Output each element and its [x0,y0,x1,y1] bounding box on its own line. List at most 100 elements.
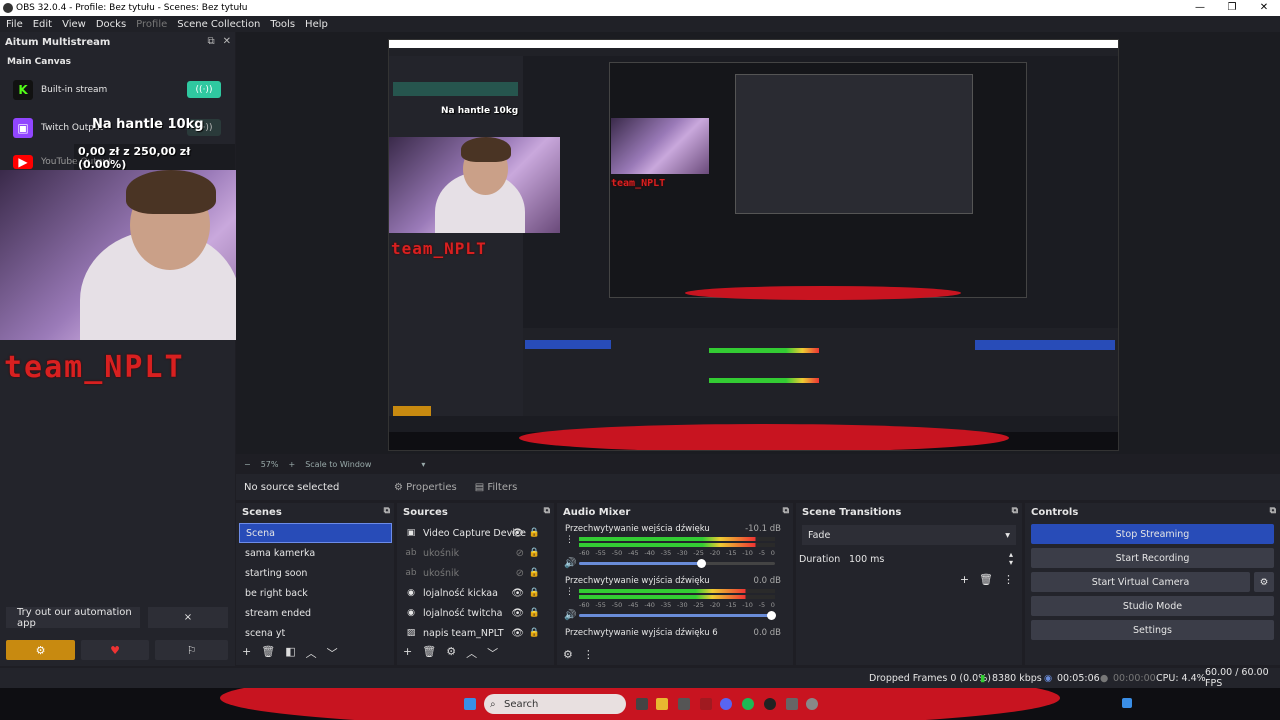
volume-slider-knob[interactable] [696,559,706,568]
source-item[interactable]: ab ukośnik ⊘ 🔒 [397,543,554,563]
automation-link[interactable]: Try out our automation app [6,607,140,629]
float-dock-icon[interactable]: ⧉ [384,506,390,516]
lock-icon[interactable]: 🔒 [529,628,540,638]
app-icon[interactable] [764,698,776,710]
channel-menu-icon[interactable]: ⋮ [565,535,574,545]
remove-transition-icon[interactable]: 🗑 [979,573,993,586]
file-explorer-icon[interactable] [656,698,668,710]
speaker-icon[interactable]: 🔊 [564,558,576,569]
zoom-out-button[interactable]: − [244,460,251,469]
float-dock-icon[interactable]: ⧉ [207,36,214,47]
move-down-icon[interactable]: ﹀ [487,645,498,661]
scene-item[interactable]: be right back [239,583,392,603]
visibility-icon[interactable]: 👁 [511,608,524,619]
task-view-icon[interactable] [636,698,648,710]
float-dock-icon[interactable]: ⧉ [1012,506,1018,516]
close-banner-button[interactable]: × [148,607,228,628]
scene-item[interactable]: Scena [239,523,392,543]
add-source-icon[interactable]: + [403,645,412,661]
menu-scene-collection[interactable]: Scene Collection [177,19,260,30]
scene-item[interactable]: sama kamerka [239,543,392,563]
obs-taskbar-icon[interactable] [786,698,798,710]
move-up-icon[interactable]: ︿ [466,645,477,661]
tray-icon[interactable] [1122,698,1132,708]
spin-arrows-icon[interactable]: ▴ ▾ [1009,551,1013,567]
speaker-icon[interactable]: 🔊 [564,610,576,621]
menu-help[interactable]: Help [305,19,328,30]
stop-streaming-button[interactable]: Stop Streaming [1031,524,1274,544]
help-button[interactable]: ⚐ [155,640,228,660]
app-icon[interactable] [806,698,818,710]
discord-icon[interactable] [720,698,732,710]
visibility-icon[interactable]: 👁 [511,588,524,599]
add-transition-icon[interactable]: + [960,573,969,586]
zoom-in-button[interactable]: + [288,460,295,469]
channel-menu-icon[interactable]: ⋮ [565,587,574,597]
settings-gear-button[interactable]: ⚙ [6,640,75,660]
settings-button[interactable]: Settings [1031,620,1274,640]
close-dock-icon[interactable]: ✕ [223,36,231,47]
source-item[interactable]: ◉ lojalność twitcha 👁 🔒 [397,603,554,623]
start-recording-button[interactable]: Start Recording [1031,548,1274,568]
virtual-camera-settings-icon[interactable]: ⚙ [1254,572,1274,592]
zoom-dropdown-icon[interactable]: ▾ [421,460,425,469]
spotify-icon[interactable] [742,698,754,710]
visibility-icon[interactable]: 👁 [511,528,524,539]
lock-icon[interactable]: 🔒 [529,548,540,558]
source-properties-icon[interactable]: ⚙ [446,645,456,661]
move-up-icon[interactable]: ︿ [306,645,317,661]
lock-icon[interactable]: 🔒 [529,568,540,578]
transition-select[interactable]: Fade ▾ [802,525,1016,545]
maximize-icon[interactable]: ❐ [1216,0,1248,16]
menu-view[interactable]: View [62,19,86,30]
properties-button[interactable]: ⚙ Properties [388,479,463,496]
scale-mode[interactable]: Scale to Window [305,460,371,469]
scene-filters-icon[interactable]: ◧ [285,645,295,661]
float-dock-icon[interactable]: ⧉ [1270,506,1276,516]
source-item[interactable]: ▨ napis team_NPLT 👁 🔒 [397,623,554,643]
lock-icon[interactable]: 🔒 [529,608,540,618]
browser-icon: ◉ [407,608,415,618]
filters-button[interactable]: ▤ Filters [469,479,524,496]
mixer-menu-icon[interactable]: ⋮ [583,648,594,661]
lock-icon[interactable]: 🔒 [529,528,540,538]
menu-tools[interactable]: Tools [270,19,295,30]
scene-item[interactable]: stream ended [239,603,392,623]
text-icon: ab [405,548,417,558]
float-dock-icon[interactable]: ⧉ [544,506,550,516]
minimize-icon[interactable]: — [1184,0,1216,16]
app-icon[interactable] [678,698,690,710]
duration-field[interactable]: 100 ms ▴ ▾ [843,549,1019,569]
source-item[interactable]: ab ukośnik ⊘ 🔒 [397,563,554,583]
remove-source-icon[interactable]: 🗑 [422,645,436,661]
source-item[interactable]: ▣ Video Capture Device 👁 🔒 [397,523,554,543]
menu-docks[interactable]: Docks [96,19,126,30]
start-virtual-camera-button[interactable]: Start Virtual Camera [1031,572,1250,592]
nested-webcam-2 [611,118,709,174]
scene-item[interactable]: starting soon [239,563,392,583]
stream-toggle-button[interactable]: ((·)) [187,81,221,98]
taskbar-search[interactable]: ⌕ Search [484,694,626,714]
scale-tick: -45 [627,601,639,609]
donate-heart-button[interactable]: ♥ [81,640,149,660]
move-down-icon[interactable]: ﹀ [327,645,338,661]
studio-mode-button[interactable]: Studio Mode [1031,596,1274,616]
source-item[interactable]: ◉ lojalność kickaa 👁 🔒 [397,583,554,603]
scene-item[interactable]: scena yt [239,623,392,643]
visibility-icon[interactable]: 👁 [511,628,524,639]
transition-menu-icon[interactable]: ⋮ [1003,573,1014,586]
menu-profile[interactable]: Profile [136,19,167,30]
add-scene-icon[interactable]: + [242,645,251,661]
menu-edit[interactable]: Edit [33,19,52,30]
remove-scene-icon[interactable]: 🗑 [261,645,275,661]
hidden-icon[interactable]: ⊘ [516,548,524,559]
volume-slider-knob[interactable] [767,611,777,620]
hidden-icon[interactable]: ⊘ [516,568,524,579]
float-dock-icon[interactable]: ⧉ [783,506,789,516]
lock-icon[interactable]: 🔒 [529,588,540,598]
menu-file[interactable]: File [6,19,23,30]
app-icon[interactable] [700,698,712,710]
close-icon[interactable]: ✕ [1248,0,1280,16]
windows-start-icon[interactable] [464,698,476,710]
mixer-settings-icon[interactable]: ⚙ [563,648,573,661]
